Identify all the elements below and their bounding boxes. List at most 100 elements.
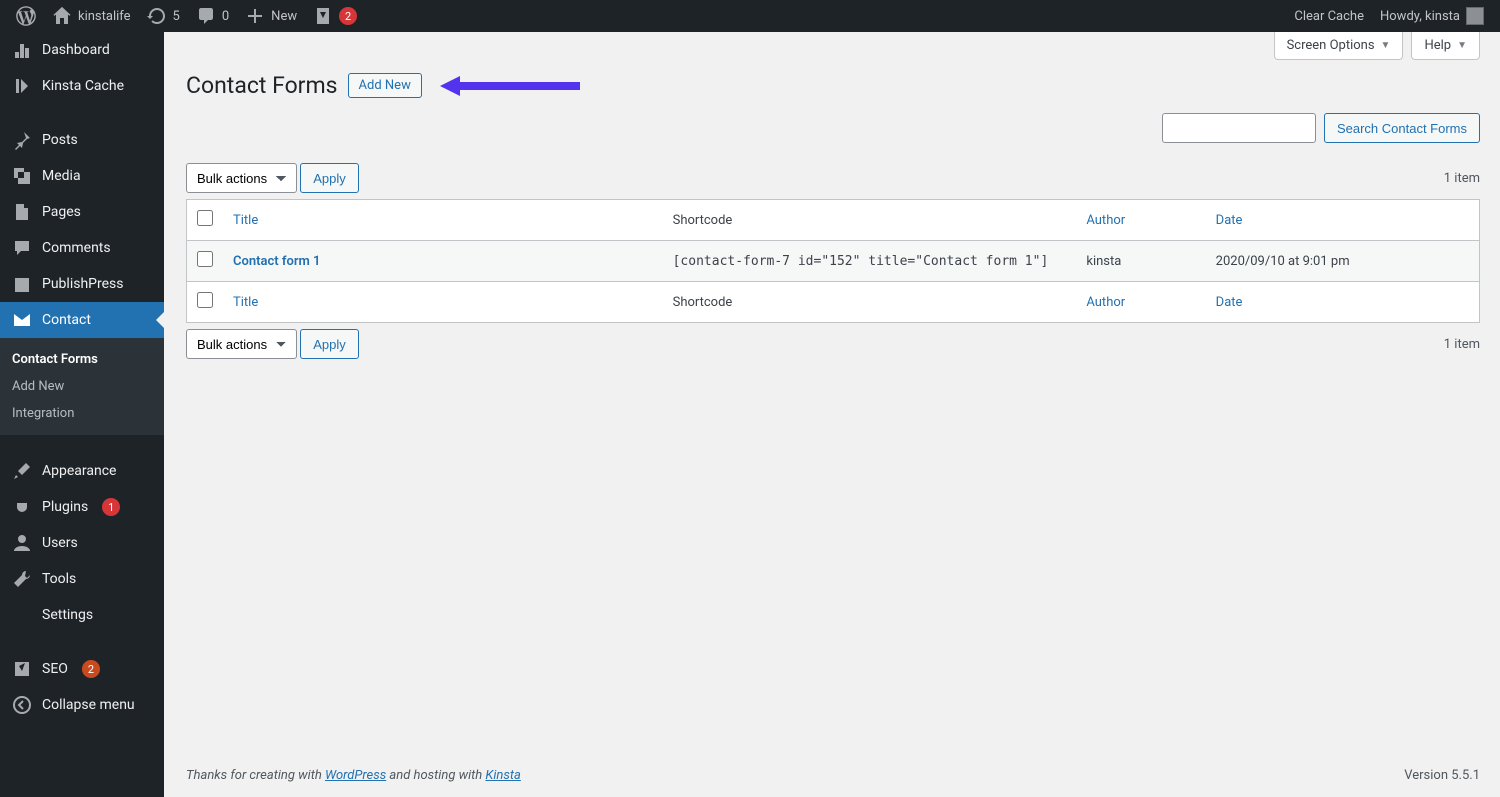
- item-count-bottom: 1 item: [1444, 337, 1480, 352]
- apply-button-bottom[interactable]: Apply: [300, 329, 359, 359]
- col-title-foot[interactable]: Title: [233, 295, 258, 310]
- comments-icon: [196, 6, 216, 26]
- search-button[interactable]: Search Contact Forms: [1324, 113, 1480, 143]
- page-title: Contact Forms: [186, 72, 338, 99]
- add-new-button[interactable]: Add New: [348, 73, 422, 98]
- apply-button-top[interactable]: Apply: [300, 163, 359, 193]
- col-author[interactable]: Author: [1086, 213, 1125, 228]
- media-icon: [12, 166, 32, 186]
- site-name[interactable]: kinstalife: [44, 0, 139, 32]
- admin-bar: kinstalife 5 0 New 2 Clear Cache Howdy, …: [0, 0, 1500, 32]
- update-icon: [147, 6, 167, 26]
- menu-dashboard[interactable]: Dashboard: [0, 32, 164, 68]
- calendar-icon: [12, 274, 32, 294]
- page-icon: [12, 202, 32, 222]
- my-account[interactable]: Howdy, kinsta: [1372, 0, 1492, 32]
- admin-sidebar: Dashboard Kinsta Cache Posts Media Pages…: [0, 32, 164, 797]
- chevron-down-icon: ▼: [1381, 40, 1391, 51]
- shortcode-text: [contact-form-7 id="152" title="Contact …: [673, 254, 1049, 269]
- wordpress-link[interactable]: WordPress: [325, 768, 386, 783]
- comment-icon: [12, 238, 32, 258]
- yoast-icon: [313, 6, 333, 26]
- select-all-bottom[interactable]: [197, 292, 213, 308]
- submenu-integration[interactable]: Integration: [0, 400, 164, 427]
- collapse-menu[interactable]: Collapse menu: [0, 687, 164, 723]
- admin-footer: Thanks for creating with WordPress and h…: [186, 750, 1480, 797]
- tablenav-top: Bulk actions Apply 1 item: [186, 163, 1480, 193]
- menu-seo[interactable]: SEO2: [0, 651, 164, 687]
- submenu-contact: Contact Forms Add New Integration: [0, 338, 164, 435]
- seo-badge: 2: [82, 660, 100, 678]
- table-row: Contact form 1 [contact-form-7 id="152" …: [187, 241, 1480, 282]
- footer-text: Thanks for creating with WordPress and h…: [186, 768, 521, 783]
- date-cell: 2020/09/10 at 9:01 pm: [1206, 241, 1480, 282]
- kinsta-icon: [12, 76, 32, 96]
- updates-count: 5: [173, 9, 180, 24]
- wordpress-icon: [16, 6, 36, 26]
- menu-publishpress[interactable]: PublishPress: [0, 266, 164, 302]
- menu-posts[interactable]: Posts: [0, 122, 164, 158]
- version-text: Version 5.5.1: [1404, 768, 1480, 783]
- author-cell: kinsta: [1076, 241, 1205, 282]
- clear-cache[interactable]: Clear Cache: [1286, 0, 1372, 32]
- search-row: Search Contact Forms: [186, 113, 1480, 143]
- submenu-contact-forms[interactable]: Contact Forms: [0, 346, 164, 373]
- menu-pages[interactable]: Pages: [0, 194, 164, 230]
- col-shortcode-foot: Shortcode: [663, 282, 1077, 323]
- screen-meta: Screen Options▼ Help▼: [186, 32, 1480, 60]
- menu-media[interactable]: Media: [0, 158, 164, 194]
- brush-icon: [12, 461, 32, 481]
- menu-plugins[interactable]: Plugins1: [0, 489, 164, 525]
- page-header: Contact Forms Add New: [186, 72, 1480, 99]
- home-icon: [52, 6, 72, 26]
- kinsta-link[interactable]: Kinsta: [485, 768, 520, 783]
- sliders-icon: [12, 605, 32, 625]
- new-label: New: [271, 9, 297, 24]
- screen-options-tab[interactable]: Screen Options▼: [1274, 32, 1404, 60]
- menu-tools[interactable]: Tools: [0, 561, 164, 597]
- annotation-arrow: [440, 74, 580, 98]
- new-content[interactable]: New: [237, 0, 305, 32]
- collapse-icon: [12, 695, 32, 715]
- col-title[interactable]: Title: [233, 213, 258, 228]
- select-all-top[interactable]: [197, 210, 213, 226]
- form-title-link[interactable]: Contact form 1: [233, 254, 320, 269]
- row-checkbox[interactable]: [197, 251, 213, 267]
- help-tab[interactable]: Help▼: [1411, 32, 1480, 60]
- tablenav-bottom: Bulk actions Apply 1 item: [186, 329, 1480, 359]
- bulk-actions-select-top[interactable]: Bulk actions: [186, 163, 297, 193]
- menu-users[interactable]: Users: [0, 525, 164, 561]
- forms-table: Title Shortcode Author Date Contact form…: [186, 199, 1480, 323]
- comments[interactable]: 0: [188, 0, 237, 32]
- yoast-menu-icon: [12, 659, 32, 679]
- menu-comments[interactable]: Comments: [0, 230, 164, 266]
- menu-settings[interactable]: Settings: [0, 597, 164, 633]
- wp-logo[interactable]: [8, 0, 44, 32]
- menu-appearance[interactable]: Appearance: [0, 453, 164, 489]
- seo-notifications[interactable]: 2: [305, 0, 365, 32]
- menu-kinsta-cache[interactable]: Kinsta Cache: [0, 68, 164, 104]
- plugins-update-badge: 1: [102, 498, 120, 516]
- search-input[interactable]: [1162, 113, 1316, 143]
- dashboard-icon: [12, 40, 32, 60]
- col-shortcode: Shortcode: [663, 200, 1077, 241]
- site-name-text: kinstalife: [78, 9, 131, 24]
- main-content: Screen Options▼ Help▼ Contact Forms Add …: [164, 32, 1500, 797]
- col-date-foot[interactable]: Date: [1216, 295, 1243, 310]
- chevron-down-icon: ▼: [1457, 40, 1467, 51]
- bulk-actions-select-bottom[interactable]: Bulk actions: [186, 329, 297, 359]
- col-date[interactable]: Date: [1216, 213, 1243, 228]
- comments-count: 0: [222, 9, 229, 24]
- avatar: [1466, 7, 1484, 25]
- menu-contact[interactable]: Contact: [0, 302, 164, 338]
- wrench-icon: [12, 569, 32, 589]
- plus-icon: [245, 6, 265, 26]
- item-count-top: 1 item: [1444, 171, 1480, 186]
- plug-icon: [12, 497, 32, 517]
- updates[interactable]: 5: [139, 0, 188, 32]
- col-author-foot[interactable]: Author: [1086, 295, 1125, 310]
- submenu-add-new[interactable]: Add New: [0, 373, 164, 400]
- user-icon: [12, 533, 32, 553]
- notifications-badge: 2: [339, 7, 357, 25]
- howdy-text: Howdy, kinsta: [1380, 9, 1460, 24]
